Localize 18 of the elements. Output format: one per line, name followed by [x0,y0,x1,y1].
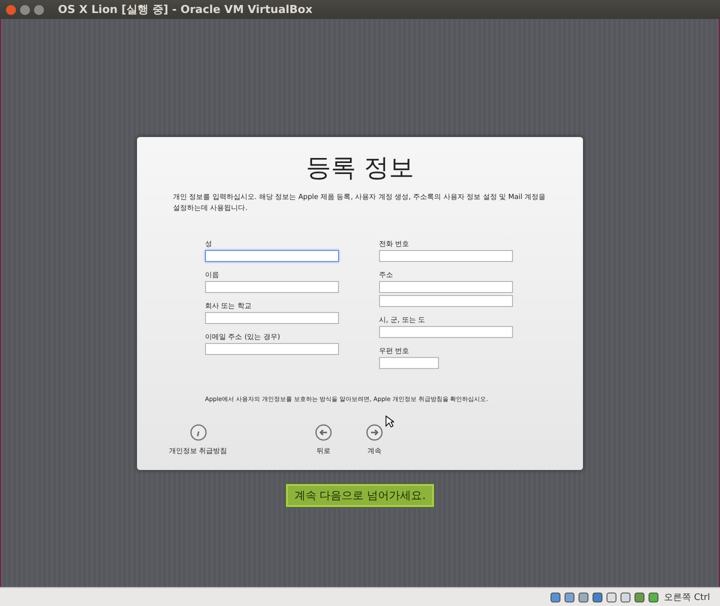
dialog-title: 등록 정보 [305,152,415,184]
host-key-label: 오른쪽 Ctrl [664,592,710,604]
input-field[interactable] [205,312,339,324]
info-icon [190,424,207,441]
mouse-cursor-icon [385,415,394,428]
input-field[interactable] [205,250,339,262]
input-field[interactable] [205,343,339,355]
caption-banner: 계속 다음으로 넘어가세요. [286,484,434,507]
window-title: OS X Lion [실행 중] - Oracle VM VirtualBox [58,2,312,17]
input-field[interactable] [379,295,513,307]
input-field[interactable] [379,250,513,262]
input-field[interactable] [379,326,513,338]
input-field[interactable] [379,281,513,293]
close-button[interactable] [6,4,16,14]
input-field[interactable] [379,357,439,369]
maximize-button[interactable] [34,4,44,14]
minimize-button[interactable] [20,4,30,14]
input-field[interactable] [205,281,339,293]
